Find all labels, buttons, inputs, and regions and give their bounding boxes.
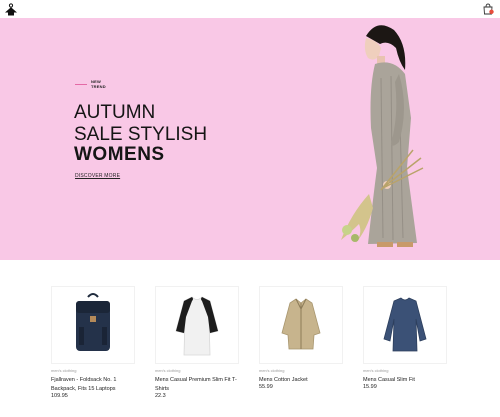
eyebrow-divider: [75, 83, 87, 85]
hero-eyebrow-text: NEW TREND: [91, 79, 106, 89]
product-image[interactable]: [259, 286, 343, 364]
hero-eyebrow: NEW TREND: [75, 79, 106, 89]
product-category: men's clothing: [155, 368, 181, 373]
backpack-icon: [76, 293, 110, 351]
tshirt-icon: [175, 296, 219, 356]
product-category: men's clothing: [363, 368, 389, 373]
product-price: 109.95: [51, 393, 68, 399]
product-category: men's clothing: [259, 368, 285, 373]
hero-banner: NEW TREND AUTUMN SALE STYLISH WOMENS DIS…: [0, 18, 500, 260]
hanger-logo-icon[interactable]: [4, 3, 18, 16]
shopping-bag-icon[interactable]: [482, 3, 494, 15]
jacket-icon: [281, 298, 321, 350]
hero-title-line-3: WOMENS: [74, 144, 165, 165]
product-title[interactable]: Mens Casual Premium Slim Fit T-Shirts: [155, 376, 239, 394]
product-list: men's clothing Fjallraven - Foldsack No.…: [51, 286, 451, 417]
hero-title-line-2: SALE STYLISH: [74, 124, 208, 145]
top-navbar: [0, 0, 500, 18]
product-price: 22.3: [155, 393, 166, 399]
longsleeve-shirt-icon: [383, 297, 427, 352]
discover-more-link[interactable]: DISCOVER MORE: [75, 173, 120, 179]
product-image[interactable]: [51, 286, 135, 364]
product-title[interactable]: Fjallraven - Foldsack No. 1 Backpack, Fi…: [51, 376, 135, 394]
product-category: men's clothing: [51, 368, 77, 373]
product-image[interactable]: [155, 286, 239, 364]
product-price: 15.99: [363, 384, 377, 390]
hero-title-line-1: AUTUMN: [74, 102, 156, 123]
product-price: 55.99: [259, 384, 273, 390]
product-image[interactable]: [363, 286, 447, 364]
hero-model-image: [341, 25, 424, 247]
